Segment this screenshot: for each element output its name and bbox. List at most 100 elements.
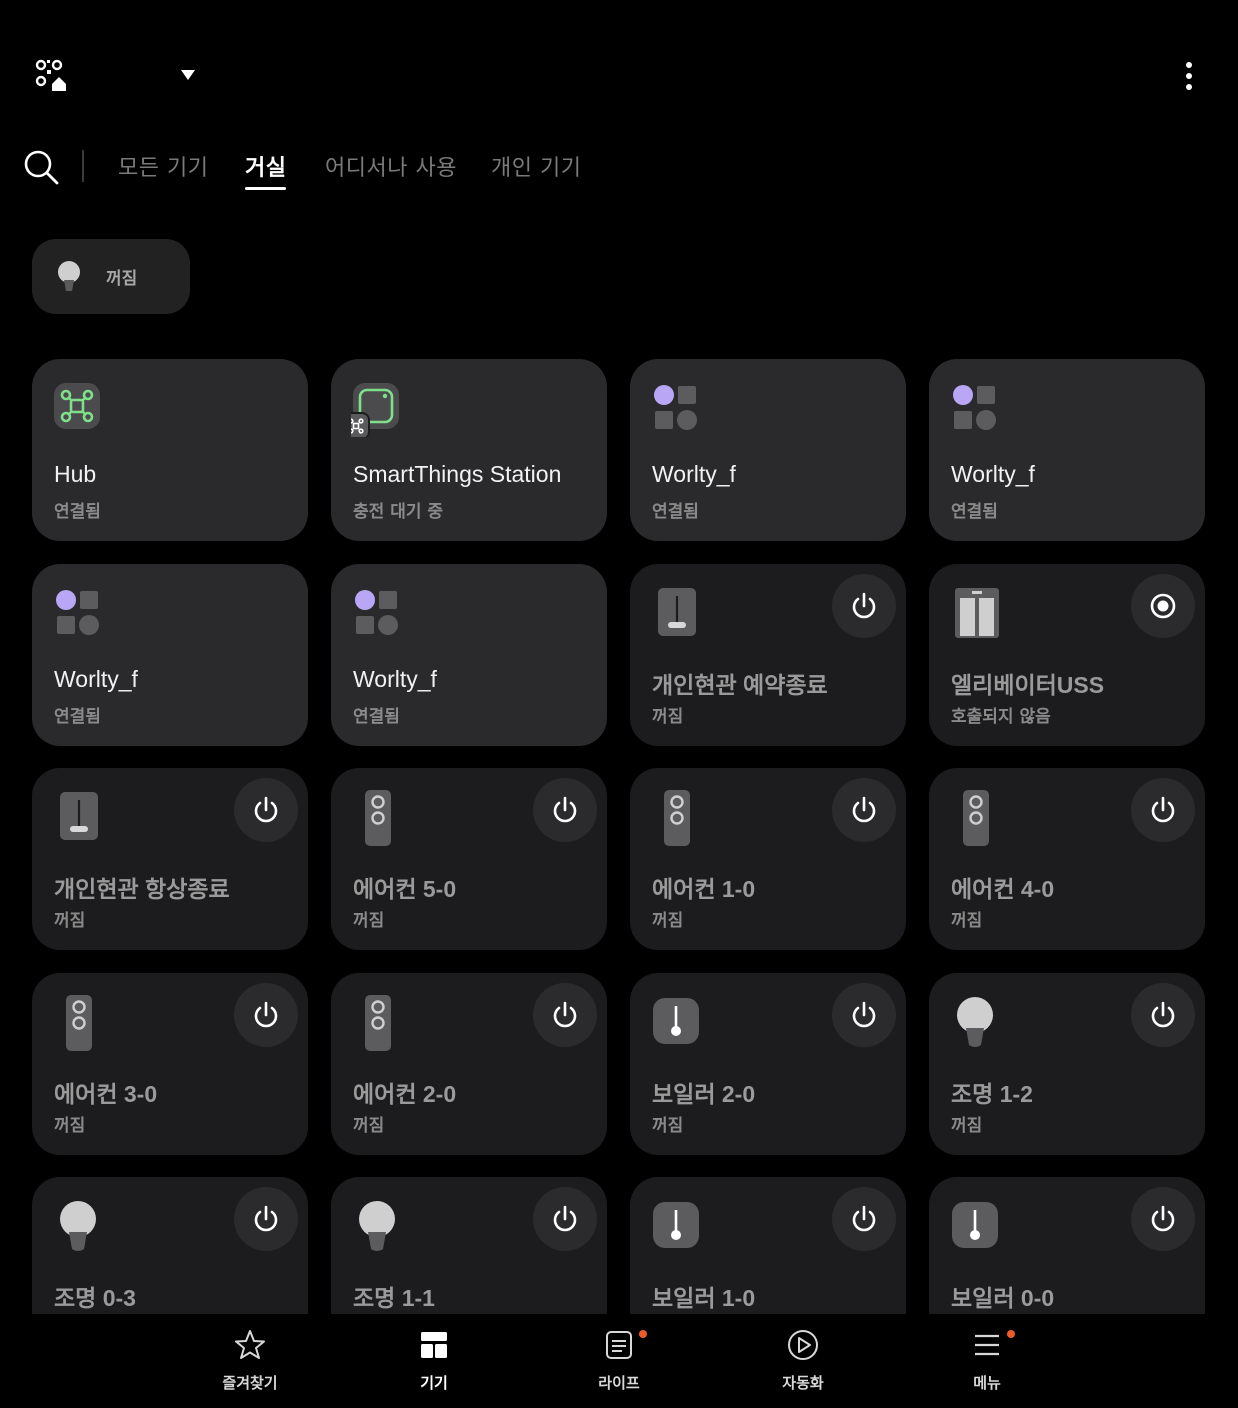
record-icon — [1150, 593, 1176, 619]
device-card[interactable]: Worlty_f 연결됨 — [929, 359, 1205, 541]
home-dropdown[interactable] — [176, 64, 200, 86]
nav-label: 라이프 — [598, 1374, 640, 1392]
device-name: SmartThings Station — [353, 461, 562, 487]
device-status: 꺼짐 — [54, 1116, 86, 1136]
device-card[interactable]: 에어컨 2-0 꺼짐 — [331, 973, 607, 1155]
notification-badge — [639, 1330, 647, 1338]
device-status: 연결됨 — [54, 502, 101, 522]
device-status: 연결됨 — [951, 502, 998, 522]
nav-favorites[interactable]: 즐겨찾기 — [190, 1328, 310, 1400]
search-icon[interactable] — [22, 148, 60, 186]
power-button[interactable] — [832, 574, 896, 638]
device-card[interactable]: 보일러 1-0 — [630, 1177, 906, 1314]
device-name: 조명 0-3 — [54, 1285, 136, 1311]
device-card[interactable]: Worlty_f 연결됨 — [630, 359, 906, 541]
life-icon — [606, 1331, 632, 1359]
device-card[interactable]: 에어컨 5-0 꺼짐 — [331, 768, 607, 950]
air-conditioner-icon — [650, 790, 706, 846]
lights-off-chip[interactable]: 꺼짐 — [32, 239, 190, 314]
home-name[interactable] — [82, 60, 172, 90]
device-card[interactable]: 보일러 2-0 꺼짐 — [630, 973, 906, 1155]
device-card[interactable]: 보일러 0-0 — [929, 1177, 1205, 1314]
device-status: 꺼짐 — [652, 707, 684, 727]
nav-life[interactable]: 라이프 — [559, 1328, 679, 1400]
device-card[interactable]: 에어컨 4-0 꺼짐 — [929, 768, 1205, 950]
bulb-icon — [351, 1199, 407, 1255]
device-status: 꺼짐 — [652, 911, 684, 931]
power-icon — [852, 1205, 876, 1232]
device-name: 에어컨 4-0 — [951, 876, 1055, 902]
power-icon — [553, 1001, 577, 1028]
device-card[interactable]: 개인현관 예약종료 꺼짐 — [630, 564, 906, 746]
power-icon — [852, 796, 876, 823]
station-icon — [342, 381, 407, 440]
thermostat-icon — [650, 1199, 706, 1255]
call-button[interactable] — [1131, 574, 1195, 638]
device-name: 조명 1-1 — [353, 1285, 435, 1311]
device-name: 에어컨 2-0 — [353, 1081, 457, 1107]
device-name: Worlty_f — [652, 461, 736, 487]
top-bar — [0, 0, 1238, 130]
power-button[interactable] — [533, 1187, 597, 1251]
nav-label: 자동화 — [782, 1374, 824, 1392]
device-card[interactable]: Hub 연결됨 — [32, 359, 308, 541]
air-conditioner-icon — [351, 995, 407, 1051]
switch-icon — [650, 586, 706, 642]
more-options-button[interactable] — [1174, 56, 1204, 96]
power-icon — [254, 1001, 278, 1028]
power-button[interactable] — [234, 1187, 298, 1251]
device-card[interactable]: 조명 1-2 꺼짐 — [929, 973, 1205, 1155]
devices-grid-icon — [421, 1332, 447, 1358]
nav-menu[interactable]: 메뉴 — [927, 1328, 1047, 1400]
device-card[interactable]: 개인현관 항상종료 꺼짐 — [32, 768, 308, 950]
device-card[interactable]: 조명 1-1 — [331, 1177, 607, 1314]
power-icon — [1151, 1001, 1175, 1028]
power-button[interactable] — [832, 1187, 896, 1251]
device-name: 보일러 2-0 — [652, 1081, 756, 1107]
switch-icon — [52, 790, 108, 846]
tab-all-devices[interactable]: 모든 기기 — [118, 150, 208, 182]
device-name: Worlty_f — [353, 666, 437, 692]
power-icon — [254, 1205, 278, 1232]
power-icon — [553, 796, 577, 823]
device-card[interactable]: 에어컨 3-0 꺼짐 — [32, 973, 308, 1155]
power-button[interactable] — [832, 778, 896, 842]
tab-anywhere[interactable]: 어디서나 사용 — [325, 150, 457, 182]
shapes-icon — [650, 381, 706, 437]
power-button[interactable] — [1131, 1187, 1195, 1251]
tab-living-room[interactable]: 거실 — [245, 150, 287, 190]
device-card[interactable]: 에어컨 1-0 꺼짐 — [630, 768, 906, 950]
device-status: 충전 대기 중 — [353, 502, 444, 522]
device-status: 꺼짐 — [951, 911, 983, 931]
device-card[interactable]: Worlty_f 연결됨 — [331, 564, 607, 746]
power-button[interactable] — [234, 778, 298, 842]
shapes-icon — [351, 586, 407, 642]
device-name: 조명 1-2 — [951, 1081, 1033, 1107]
device-status: 꺼짐 — [951, 1116, 983, 1136]
device-card[interactable]: 엘리베이터USS 호출되지 않음 — [929, 564, 1205, 746]
nav-devices[interactable]: 기기 — [374, 1328, 494, 1400]
power-button[interactable] — [533, 983, 597, 1047]
nav-label: 기기 — [420, 1374, 448, 1392]
power-button[interactable] — [832, 983, 896, 1047]
power-button[interactable] — [1131, 983, 1195, 1047]
bulb-icon — [58, 260, 80, 291]
air-conditioner-icon — [949, 790, 1005, 846]
device-name: Hub — [54, 461, 97, 487]
device-status: 꺼짐 — [652, 1116, 684, 1136]
bulb-icon — [52, 1199, 108, 1255]
tab-personal-devices[interactable]: 개인 기기 — [491, 150, 581, 182]
power-button[interactable] — [533, 778, 597, 842]
device-card[interactable]: 조명 0-3 — [32, 1177, 308, 1314]
hub-icon — [52, 381, 108, 437]
power-button[interactable] — [234, 983, 298, 1047]
home-qr-icon[interactable] — [34, 58, 70, 94]
play-circle-icon — [788, 1330, 818, 1360]
nav-label: 메뉴 — [973, 1374, 1001, 1392]
nav-automation[interactable]: 자동화 — [743, 1328, 863, 1400]
power-button[interactable] — [1131, 778, 1195, 842]
power-icon — [852, 1001, 876, 1028]
device-card[interactable]: SmartThings Station 충전 대기 중 — [331, 359, 607, 541]
device-card[interactable]: Worlty_f 연결됨 — [32, 564, 308, 746]
menu-icon — [975, 1334, 999, 1356]
